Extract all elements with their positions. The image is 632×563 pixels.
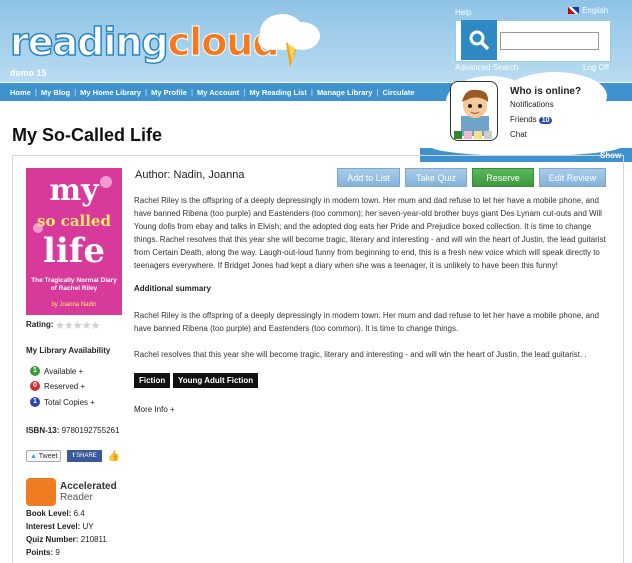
facebook-share-button[interactable]: f SHARE [67, 450, 102, 462]
book-description: Rachel Riley is the offspring of a deepl… [134, 196, 606, 270]
quiz-number: Quiz Number: 210811 [26, 535, 107, 544]
available-row[interactable]: 1 Available + [30, 366, 83, 376]
svg-text:my: my [49, 173, 100, 208]
available-count-badge: 1 [30, 366, 40, 376]
book-level: Book Level: 6.4 [26, 509, 85, 518]
svg-text:life: life [43, 231, 105, 271]
nav-item-my-profile[interactable]: My Profile [147, 88, 191, 97]
social-share: ▲ Tweet f SHARE 👍 [26, 450, 120, 462]
add-to-list-button[interactable]: Add to List [337, 168, 400, 187]
help-link[interactable]: Help [455, 8, 471, 17]
chat-link[interactable]: Chat [510, 130, 527, 139]
nav-item-my-reading-list[interactable]: My Reading List [245, 88, 311, 97]
notifications-link[interactable]: Notifications [510, 100, 554, 109]
svg-text:so called: so called [37, 212, 111, 230]
svg-text:of Rachel Riley: of Rachel Riley [51, 285, 98, 292]
total-count-badge: 1 [30, 397, 40, 407]
friends-count-badge: 10 [538, 117, 553, 124]
avatar[interactable] [450, 81, 498, 141]
book-cover[interactable]: my so called life The Tragically Normal … [26, 168, 122, 315]
total-copies-row[interactable]: 1 Total Copies + [30, 397, 95, 407]
edit-review-button[interactable]: Edit Review [539, 168, 606, 187]
reserved-count-badge: 0 [30, 381, 40, 391]
nav-item-my-blog[interactable]: My Blog [37, 88, 74, 97]
additional-summary-2: Rachel resolves that this year she will … [134, 350, 587, 359]
nav-item-my-account[interactable]: My Account [193, 88, 243, 97]
tag-fiction[interactable]: Fiction [134, 373, 171, 388]
uk-flag-icon [568, 7, 579, 15]
nav-item-home[interactable]: Home [6, 88, 35, 97]
isbn: ISBN-13: 9780192755261 [26, 426, 120, 435]
rating-label: Rating: [26, 320, 54, 329]
page-title: My So-Called Life [12, 125, 163, 145]
balloon-icon [258, 14, 320, 68]
take-quiz-button[interactable]: Take Quiz [405, 168, 467, 187]
more-info-link[interactable]: More Info + [134, 405, 175, 414]
interest-level: Interest Level: UY [26, 522, 94, 531]
availability-title: My Library Availability [26, 346, 111, 355]
accelerated-reader-logo: Accelerated Reader [26, 478, 117, 506]
site-name: demo 15 [10, 68, 47, 78]
search-button[interactable] [461, 20, 497, 60]
nav-item-circulate[interactable]: Circulate [378, 88, 418, 97]
author-name[interactable]: Nadin, Joanna [174, 169, 245, 181]
additional-summary-heading: Additional summary [134, 284, 211, 293]
tag-young-adult-fiction[interactable]: Young Adult Fiction [173, 373, 259, 388]
author: Author: Nadin, Joanna [135, 169, 245, 181]
book-cover-image: my so called life The Tragically Normal … [26, 168, 122, 315]
points: Points: 9 [26, 548, 60, 557]
additional-summary-1: Rachel Riley is the offspring of a deepl… [134, 311, 600, 333]
friends-link[interactable]: Friends 10 [510, 115, 553, 124]
avatar-character-icon [454, 89, 492, 139]
accelerated-reader-icon [26, 478, 56, 506]
nav-item-manage-library[interactable]: Manage Library [313, 88, 376, 97]
who-is-online-title: Who is online? [510, 86, 582, 97]
reserve-button[interactable]: Reserve [472, 168, 534, 187]
readingcloud-logo[interactable]: readingcloud [9, 21, 280, 63]
twitter-icon: ▲ [30, 453, 37, 460]
language-selector[interactable]: English [568, 6, 608, 15]
nav-item-my-home-library[interactable]: My Home Library [76, 88, 145, 97]
search-input[interactable] [500, 32, 599, 50]
tweet-button[interactable]: ▲ Tweet [26, 450, 62, 462]
svg-text:The Tragically Normal Diary: The Tragically Normal Diary [31, 277, 117, 284]
rating-stars[interactable]: ★★★★★ [55, 319, 100, 332]
search-icon [469, 30, 490, 51]
svg-text:by Joanna Nadin: by Joanna Nadin [51, 302, 96, 308]
like-icon[interactable]: 👍 [108, 451, 120, 462]
reserved-row[interactable]: 0 Reserved + [30, 381, 85, 391]
